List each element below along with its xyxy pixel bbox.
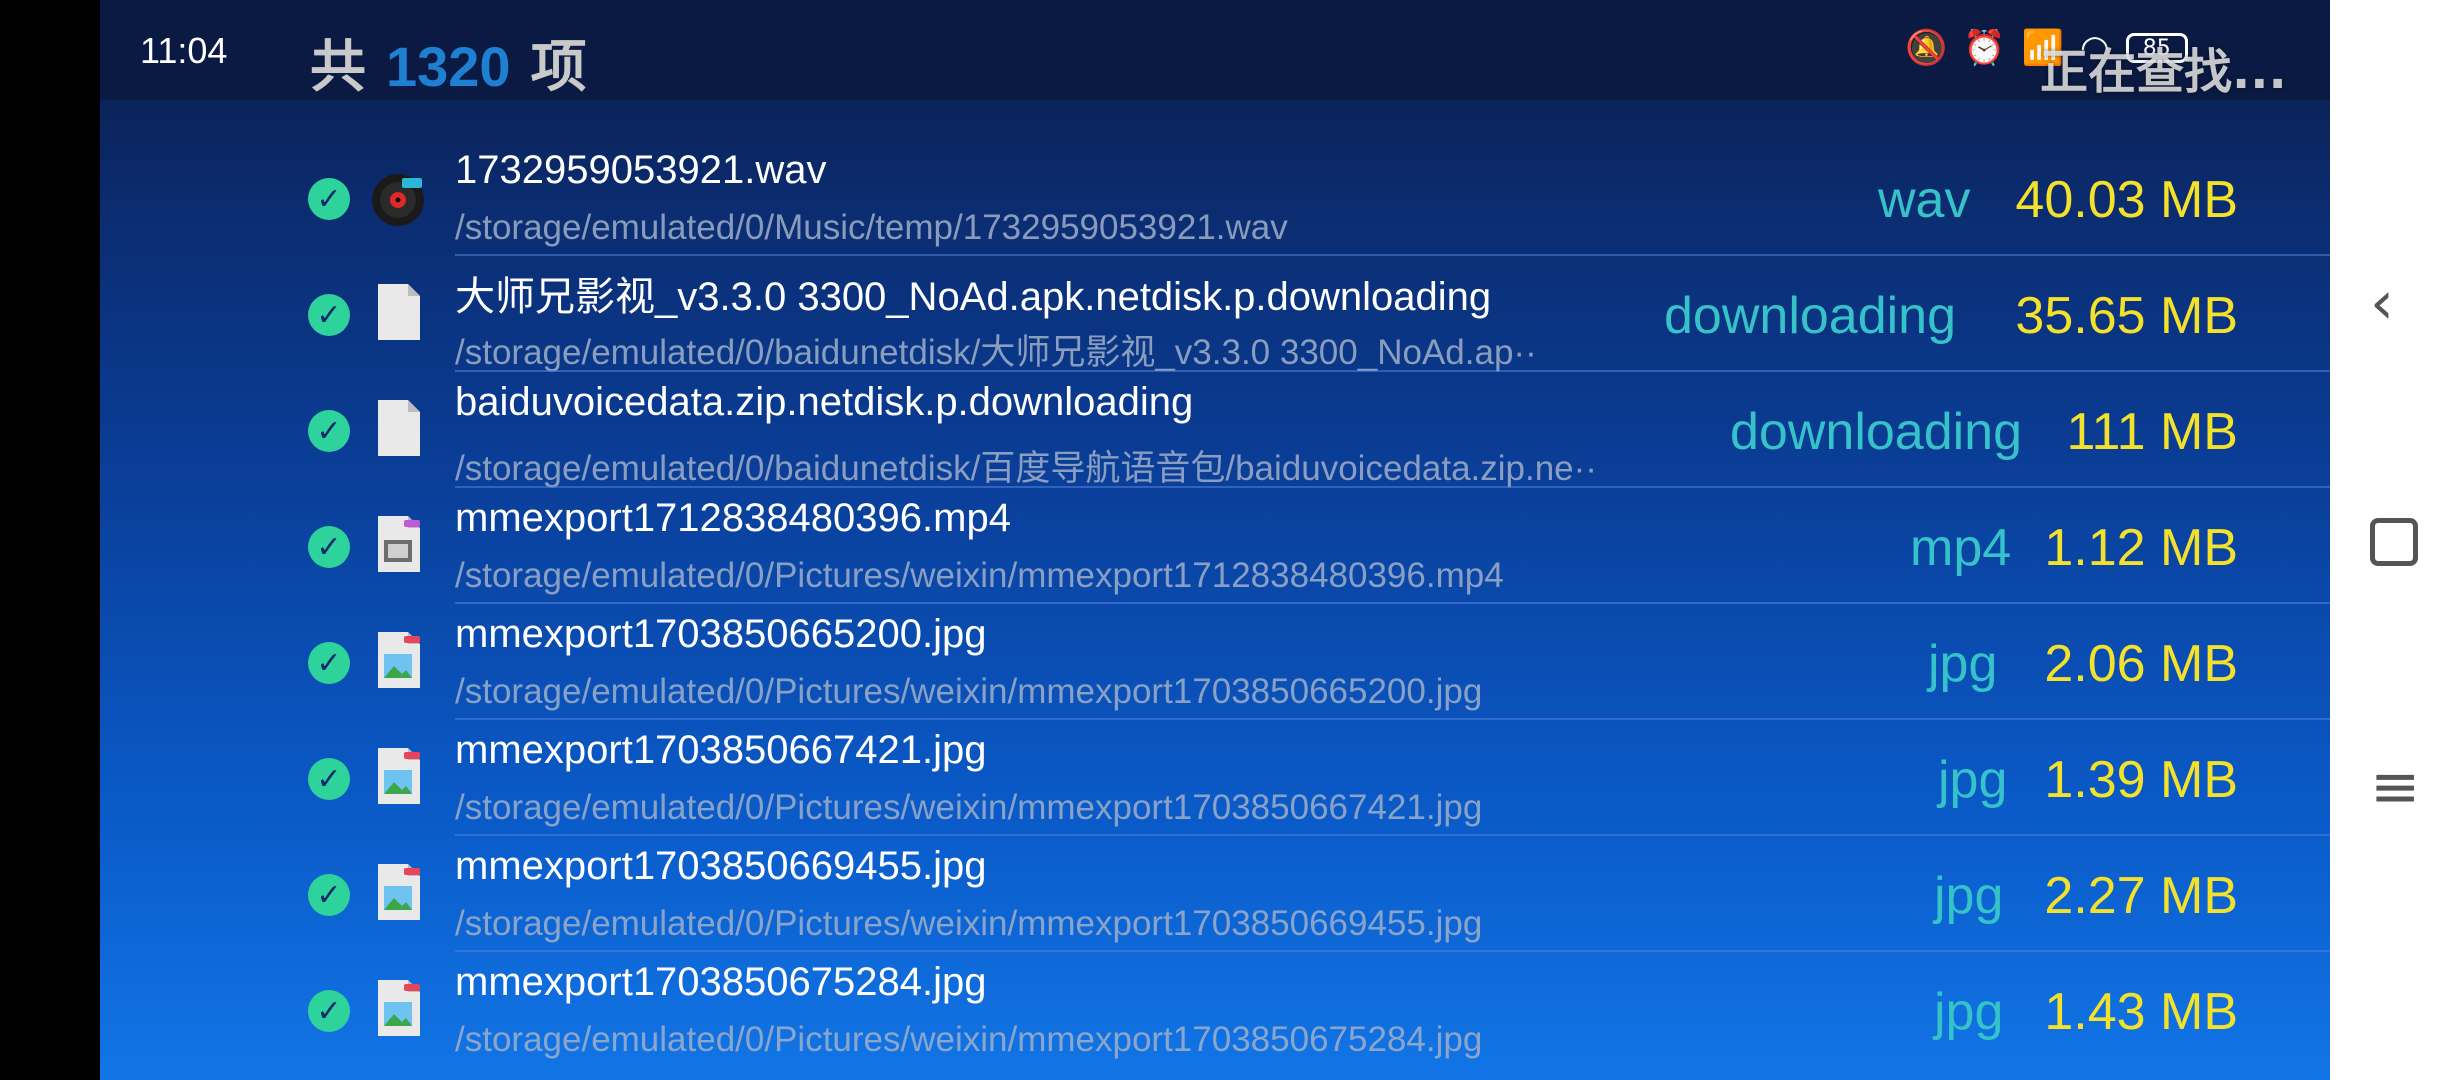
file-name: baiduvoicedata.zip.netdisk.p.downloading bbox=[455, 380, 1194, 424]
file-size: 1.43 MB bbox=[2044, 983, 2238, 1041]
file-path: /storage/emulated/0/baidunetdisk/大师兄影视_v… bbox=[455, 333, 1537, 372]
check-icon[interactable]: ✓ bbox=[308, 178, 350, 220]
file-name: mmexport1703850667421.jpg bbox=[455, 728, 987, 772]
file-name: 大师兄影视_v3.3.0 3300_NoAd.apk.netdisk.p.dow… bbox=[455, 275, 1492, 319]
image-file-icon bbox=[378, 748, 420, 804]
file-type: jpg bbox=[1928, 635, 1998, 693]
status-time: 11:04 bbox=[140, 30, 228, 71]
file-type: jpg bbox=[1934, 983, 2004, 1041]
file-path: /storage/emulated/0/Pictures/weixin/mmex… bbox=[455, 788, 1483, 827]
file-search-app: ✓ 1732959053921.wav /storage/emulated/0/… bbox=[100, 0, 2330, 1080]
file-type: jpg bbox=[1934, 867, 2004, 925]
file-path: /storage/emulated/0/Music/temp/173295905… bbox=[455, 208, 1288, 247]
alarm-icon: ⏰ bbox=[1963, 28, 2006, 68]
home-square-icon[interactable] bbox=[2370, 518, 2418, 566]
image-file-icon bbox=[378, 632, 420, 688]
file-type: downloading bbox=[1664, 287, 1957, 345]
check-icon[interactable]: ✓ bbox=[308, 642, 350, 684]
file-name: mmexport1703850675284.jpg bbox=[455, 960, 987, 1004]
generic-file-icon bbox=[378, 284, 420, 340]
file-name: mmexport1703850665200.jpg bbox=[455, 612, 987, 656]
check-icon[interactable]: ✓ bbox=[308, 410, 350, 452]
list-item[interactable]: ✓ mmexport1712838480396.mp4 /storage/emu… bbox=[100, 488, 2330, 604]
list-item[interactable]: ✓ mmexport1703850675284.jpg /storage/emu… bbox=[100, 952, 2330, 1068]
video-file-icon bbox=[378, 516, 420, 572]
file-path: /storage/emulated/0/Pictures/weixin/mmex… bbox=[455, 1020, 1483, 1059]
file-type: downloading bbox=[1730, 403, 2023, 461]
result-count: 1320 bbox=[386, 35, 511, 98]
list-item[interactable]: ✓ 大师兄影视_v3.3.0 3300_NoAd.apk.netdisk.p.d… bbox=[100, 256, 2330, 372]
file-path: /storage/emulated/0/Pictures/weixin/mmex… bbox=[455, 672, 1483, 711]
generic-file-icon bbox=[378, 400, 420, 456]
file-path: /storage/emulated/0/Pictures/weixin/mmex… bbox=[455, 904, 1483, 943]
count-prefix: 共 bbox=[310, 35, 366, 100]
file-name: 1732959053921.wav bbox=[455, 148, 827, 192]
back-chevron-icon[interactable]: ‹ bbox=[2370, 268, 2394, 338]
file-size: 1.12 MB bbox=[2044, 519, 2238, 577]
file-type: jpg bbox=[1938, 751, 2008, 809]
image-file-icon bbox=[378, 980, 420, 1036]
file-path: /storage/emulated/0/Pictures/weixin/mmex… bbox=[455, 556, 1504, 595]
check-icon[interactable]: ✓ bbox=[308, 990, 350, 1032]
file-type: mp4 bbox=[1910, 519, 2012, 577]
check-icon[interactable]: ✓ bbox=[308, 526, 350, 568]
file-path: /storage/emulated/0/baidunetdisk/百度导航语音包… bbox=[455, 449, 1597, 488]
count-suffix: 项 bbox=[530, 35, 587, 100]
file-size: 35.65 MB bbox=[2015, 287, 2238, 345]
file-size: 111 MB bbox=[2066, 403, 2239, 461]
list-item[interactable]: ✓ mmexport1703850669455.jpg /storage/emu… bbox=[100, 836, 2330, 952]
mute-bell-icon: 🔕 bbox=[1905, 28, 1948, 68]
file-name: mmexport1703850669455.jpg bbox=[455, 844, 987, 888]
left-bezel bbox=[0, 0, 100, 1080]
file-name: mmexport1712838480396.mp4 bbox=[455, 496, 1011, 540]
file-size: 2.27 MB bbox=[2044, 867, 2238, 925]
list-item[interactable]: ✓ 1732959053921.wav /storage/emulated/0/… bbox=[100, 140, 2330, 256]
file-type: wav bbox=[1878, 171, 1971, 229]
list-item[interactable]: ✓ baiduvoicedata.zip.netdisk.p.downloadi… bbox=[100, 372, 2330, 488]
check-icon[interactable]: ✓ bbox=[308, 294, 350, 336]
check-icon[interactable]: ✓ bbox=[308, 874, 350, 916]
phone-screen: ✓ 1732959053921.wav /storage/emulated/0/… bbox=[0, 0, 2460, 1080]
list-item[interactable]: ✓ mmexport1703850665200.jpg /storage/emu… bbox=[100, 604, 2330, 720]
audio-disc-icon bbox=[372, 174, 424, 226]
searching-overlay: 正在查找... bbox=[2040, 44, 2287, 100]
result-count-header: 共 1320 项 bbox=[310, 22, 587, 103]
file-size: 1.39 MB bbox=[2044, 751, 2238, 809]
file-size: 40.03 MB bbox=[2015, 171, 2238, 229]
file-size: 2.06 MB bbox=[2044, 635, 2238, 693]
list-item[interactable]: ✓ mmexport1703850667421.jpg /storage/emu… bbox=[100, 720, 2330, 836]
image-file-icon bbox=[378, 864, 420, 920]
check-icon[interactable]: ✓ bbox=[308, 758, 350, 800]
menu-lines-icon[interactable]: ≡ bbox=[2370, 752, 2420, 822]
